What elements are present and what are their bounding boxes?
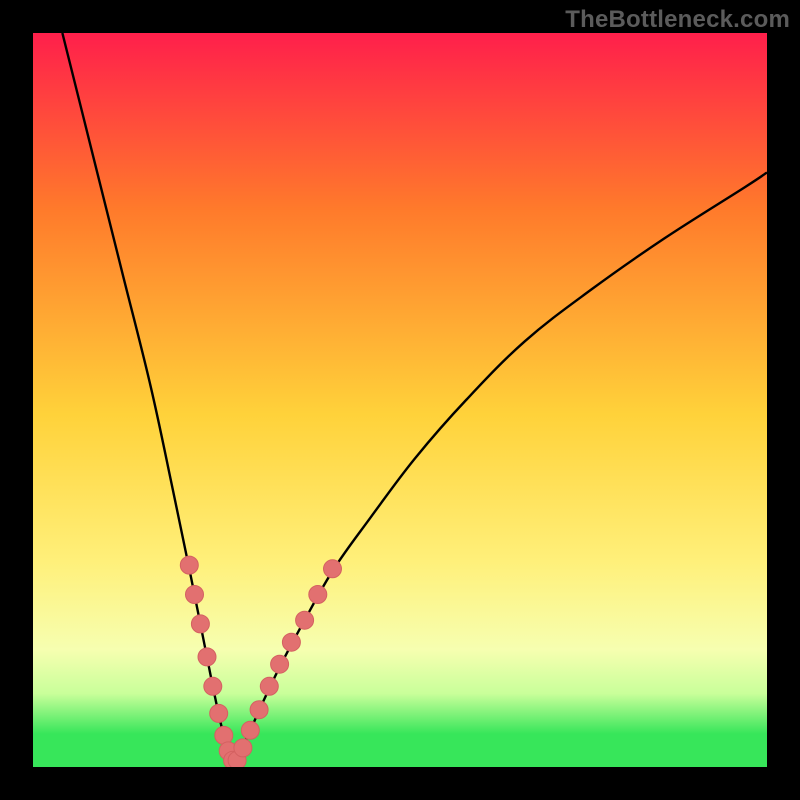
plot-background xyxy=(33,33,767,767)
data-marker xyxy=(282,633,300,651)
data-marker xyxy=(296,611,314,629)
data-marker xyxy=(260,677,278,695)
data-marker xyxy=(210,704,228,722)
data-marker xyxy=(271,655,289,673)
data-marker xyxy=(198,648,216,666)
data-marker xyxy=(204,677,222,695)
data-marker xyxy=(309,586,327,604)
data-marker xyxy=(250,701,268,719)
watermark-text: TheBottleneck.com xyxy=(565,6,790,34)
data-marker xyxy=(324,560,342,578)
chart-root: TheBottleneck.com xyxy=(0,0,800,800)
data-marker xyxy=(241,721,259,739)
data-marker xyxy=(180,556,198,574)
data-marker xyxy=(191,615,209,633)
chart-svg xyxy=(0,0,800,800)
data-marker xyxy=(186,586,204,604)
data-marker xyxy=(234,739,252,757)
